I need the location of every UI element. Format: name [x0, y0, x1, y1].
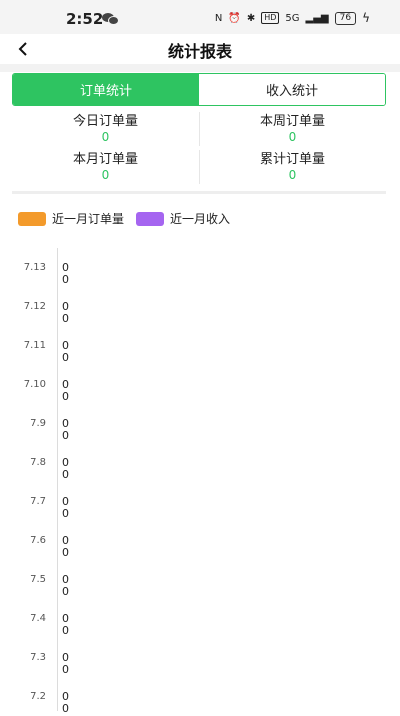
- data-label-orders: 0: [62, 417, 69, 430]
- legend-item-orders[interactable]: 近一月订单量: [18, 210, 124, 227]
- tab-order-stats[interactable]: 订单统计: [13, 74, 199, 105]
- stat-label: 本周订单量: [259, 114, 325, 129]
- chart-row: 7.6 0 0: [0, 521, 400, 560]
- data-label-orders: 0: [62, 534, 69, 547]
- data-label-orders: 0: [62, 690, 69, 703]
- data-label-income: 0: [62, 468, 69, 481]
- data-label-orders: 0: [62, 261, 69, 274]
- stat-label: 今日订单量: [72, 114, 138, 129]
- category-tick-label: 7.7: [30, 496, 46, 507]
- category-tick-label: 7.12: [23, 301, 46, 312]
- legend-swatch-orders: [18, 211, 46, 226]
- chart-row: 7.7 0 0: [0, 482, 400, 521]
- data-label-orders: 0: [62, 612, 69, 625]
- chart-row: 7.10 0 0: [0, 365, 400, 404]
- chart-row: 7.8 0 0: [0, 443, 400, 482]
- category-tick-label: 7.5: [30, 574, 46, 585]
- data-label-orders: 0: [62, 300, 69, 313]
- chart-row: 7.5 0 0: [0, 560, 400, 599]
- data-label-income: 0: [62, 390, 69, 403]
- chart-legend: 近一月订单量 近一月收入: [18, 210, 242, 227]
- nav-bar: 统计报表: [0, 34, 400, 64]
- category-tick-label: 7.2: [30, 691, 46, 702]
- data-label-orders: 0: [62, 573, 69, 586]
- data-label-income: 0: [62, 702, 69, 715]
- data-label-income: 0: [62, 429, 69, 442]
- stat-label: 本月订单量: [72, 152, 138, 167]
- data-label-income: 0: [62, 351, 69, 364]
- chart-row: 7.9 0 0: [0, 404, 400, 443]
- chart-row: 7.3 0 0: [0, 638, 400, 677]
- legend-swatch-income: [136, 211, 165, 226]
- category-tick-label: 7.8: [30, 457, 46, 468]
- stat-today: 今日订单量 0: [12, 113, 199, 151]
- divider: [0, 64, 400, 72]
- stat-label: 累计订单量: [259, 152, 325, 167]
- alarm-icon: ⏰: [228, 12, 241, 24]
- stat-value: 0: [288, 168, 297, 182]
- category-tick-label: 7.11: [23, 340, 46, 351]
- hd-icon: HD: [261, 12, 280, 24]
- legend-label: 近一月收入: [170, 212, 231, 226]
- tab-bar: 订单统计 收入统计: [12, 73, 386, 106]
- legend-item-income[interactable]: 近一月收入: [136, 210, 230, 227]
- battery-icon: 76: [334, 11, 357, 25]
- wechat-icon: [102, 13, 119, 25]
- chart-row: 7.4 0 0: [0, 599, 400, 638]
- category-tick-label: 7.10: [23, 379, 46, 390]
- bar-chart: 7.13 0 0 7.12 0 0 7.11 0 0 7.10 0 0 7.9 0 0 7.8 0 0 7.7 0 0 7…: [0, 248, 400, 714]
- stat-value: 0: [101, 130, 110, 144]
- category-tick-label: 7.13: [23, 262, 46, 273]
- status-icons: N ⏰ ✱ HD 5G ▂▄▆ 76 ϟ: [215, 11, 370, 25]
- status-time: 2:52: [66, 10, 104, 28]
- nfc-icon: N: [214, 12, 223, 24]
- data-label-orders: 0: [62, 495, 69, 508]
- signal-icon: 5G: [285, 12, 300, 24]
- chart-row: 7.2 0 0: [0, 677, 400, 716]
- status-bar: 2:52 N ⏰ ✱ HD 5G ▂▄▆ 76 ϟ: [0, 0, 400, 34]
- bluetooth-icon: ✱: [246, 12, 256, 24]
- category-tick-label: 7.3: [30, 652, 46, 663]
- data-label-income: 0: [62, 663, 69, 676]
- data-label-income: 0: [62, 312, 69, 325]
- data-label-income: 0: [62, 546, 69, 559]
- data-label-income: 0: [62, 585, 69, 598]
- data-label-income: 0: [62, 273, 69, 286]
- stat-week: 本周订单量 0: [199, 113, 386, 151]
- data-label-income: 0: [62, 507, 69, 520]
- data-label-orders: 0: [62, 456, 69, 469]
- stat-month: 本月订单量 0: [12, 151, 199, 189]
- page-title: 统计报表: [167, 42, 232, 61]
- stat-value: 0: [288, 130, 297, 144]
- stat-divider: [199, 150, 200, 184]
- stat-value: 0: [101, 168, 110, 182]
- category-tick-label: 7.6: [30, 535, 46, 546]
- data-label-orders: 0: [62, 339, 69, 352]
- data-label-orders: 0: [62, 378, 69, 391]
- legend-label: 近一月订单量: [52, 212, 125, 226]
- data-label-income: 0: [62, 624, 69, 637]
- chart-row: 7.11 0 0: [0, 326, 400, 365]
- chart-row: 7.12 0 0: [0, 287, 400, 326]
- stat-total: 累计订单量 0: [199, 151, 386, 189]
- data-label-orders: 0: [62, 651, 69, 664]
- tab-income-stats[interactable]: 收入统计: [199, 74, 385, 105]
- charging-icon: ϟ: [362, 11, 370, 25]
- chart-row: 7.13 0 0: [0, 248, 400, 287]
- category-tick-label: 7.4: [30, 613, 46, 624]
- category-tick-label: 7.9: [30, 418, 46, 429]
- section-divider: [12, 191, 386, 194]
- signal-bars-icon: ▂▄▆: [305, 12, 329, 24]
- stat-divider: [199, 112, 200, 146]
- stats-summary: 今日订单量 0 本周订单量 0 本月订单量 0 累计订单量 0: [12, 110, 386, 186]
